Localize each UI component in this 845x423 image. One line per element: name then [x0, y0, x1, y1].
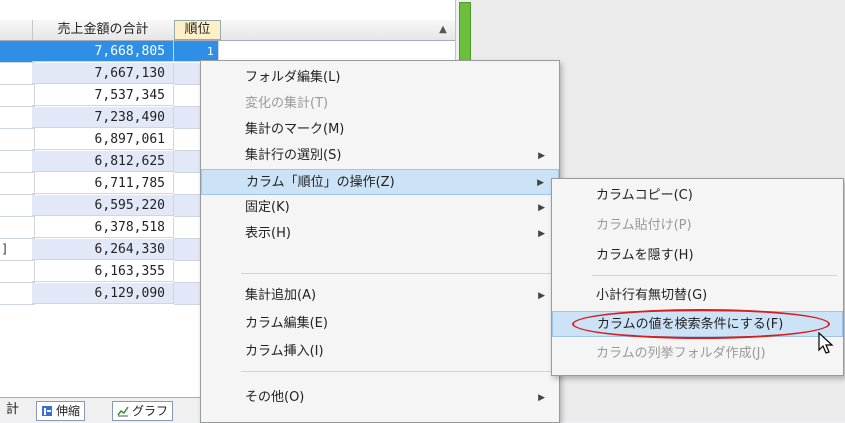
row-label — [0, 283, 35, 305]
menu-item-column-edit[interactable]: カラム編集(E) — [201, 311, 559, 337]
row-label: ] — [0, 239, 35, 261]
submenu-item-column-hide[interactable]: カラムを隠す(H) — [552, 243, 843, 269]
sales-value-cell[interactable]: 6,264,330 — [32, 239, 174, 260]
sales-value-cell[interactable]: 6,812,625 — [32, 151, 174, 172]
scroll-up-arrow-icon[interactable]: ▲ — [435, 22, 451, 38]
sales-value-cell[interactable]: 6,711,785 — [32, 173, 174, 194]
menu-item-change-aggregate[interactable]: 変化の集計(T) — [201, 91, 559, 117]
submenu-item-enum-folder-create[interactable]: カラムの列挙フォルダ作成(J) — [552, 341, 843, 367]
submenu-arrow-icon: ▶ — [538, 151, 545, 161]
menu-item-label: カラム「順位」の操作(Z) — [246, 175, 395, 190]
tab-graph-label: グラフ — [132, 404, 169, 418]
menu-separator — [241, 371, 553, 372]
menu-item-aggregate-mark[interactable]: 集計のマーク(M) — [201, 117, 559, 143]
menu-separator — [592, 275, 837, 276]
tab-stretch[interactable]: 伸縮 — [36, 401, 86, 421]
row-label — [0, 151, 35, 173]
row-label — [0, 261, 35, 283]
menu-item-label: 表示(H) — [245, 226, 291, 241]
submenu-arrow-icon: ▶ — [538, 291, 545, 301]
annotation-ellipse — [572, 309, 830, 339]
menu-item-column-rank-ops[interactable]: カラム「順位」の操作(Z) ▶ — [201, 169, 559, 195]
menu-item-label: 集計行の選別(S) — [245, 148, 342, 163]
menu-item-fix[interactable]: 固定(K) ▶ — [201, 195, 559, 221]
tab-graph[interactable]: グラフ — [112, 401, 174, 421]
menu-item-aggregate-row-select[interactable]: 集計行の選別(S) ▶ — [201, 143, 559, 169]
sales-value-cell[interactable]: 7,238,490 — [32, 107, 174, 128]
row-label — [0, 173, 35, 195]
menu-item-label: 集計追加(A) — [245, 288, 317, 303]
header-cell-empty — [219, 20, 455, 40]
sales-value-cell[interactable]: 7,668,805 — [32, 41, 174, 62]
stretch-icon — [42, 406, 52, 416]
grid-header-row: 売上金額の合計 順位 ▲ — [0, 20, 455, 41]
tab-lead-text: 計 — [6, 402, 20, 417]
submenu-arrow-icon: ▶ — [537, 178, 544, 188]
menu-item-folder-edit[interactable]: フォルダ編集(L) — [201, 65, 559, 91]
menu-item-add-aggregate[interactable]: 集計追加(A) ▶ — [201, 283, 559, 309]
row-label — [0, 41, 35, 63]
tab-stretch-label: 伸縮 — [56, 404, 81, 418]
sales-value-cell[interactable]: 7,667,130 — [32, 63, 174, 84]
row-label — [0, 107, 35, 129]
sales-value-cell[interactable]: 6,897,061 — [32, 129, 174, 150]
context-menu: フォルダ編集(L) 変化の集計(T) 集計のマーク(M) 集計行の選別(S) ▶ … — [200, 60, 560, 423]
submenu-item-column-paste[interactable]: カラム貼付け(P) — [552, 213, 843, 239]
header-cell-blank — [0, 20, 33, 40]
menu-item-label: その他(O) — [245, 390, 305, 405]
sales-value-cell[interactable]: 7,537,345 — [32, 85, 174, 106]
submenu-arrow-icon: ▶ — [538, 203, 545, 213]
mouse-cursor-icon — [818, 331, 834, 354]
menu-item-other[interactable]: その他(O) ▶ — [201, 385, 559, 411]
submenu-item-subtotal-toggle[interactable]: 小計行有無切替(G) — [552, 283, 843, 309]
menu-item-label: 固定(K) — [245, 200, 290, 215]
submenu-item-column-copy[interactable]: カラムコピー(C) — [552, 183, 843, 209]
menu-item-display[interactable]: 表示(H) ▶ — [201, 221, 559, 247]
rank-cell[interactable]: 1 — [174, 41, 219, 62]
header-sales-total[interactable]: 売上金額の合計 — [32, 20, 175, 40]
sales-value-cell[interactable]: 6,595,220 — [32, 195, 174, 216]
column-submenu: カラムコピー(C) カラム貼付け(P) カラムを隠す(H) 小計行有無切替(G)… — [551, 178, 844, 376]
row-label — [0, 195, 35, 217]
menu-item-column-insert[interactable]: カラム挿入(I) — [201, 339, 559, 365]
chart-icon — [117, 406, 129, 417]
row-label — [0, 63, 35, 85]
row-label — [0, 129, 35, 151]
sales-value-cell[interactable]: 6,129,090 — [32, 283, 174, 304]
submenu-arrow-icon: ▶ — [538, 393, 545, 403]
menu-separator — [241, 273, 553, 274]
row-label — [0, 85, 35, 107]
header-rank[interactable]: 順位 — [174, 20, 221, 40]
sales-value-cell[interactable]: 6,163,355 — [32, 261, 174, 282]
row-label — [0, 217, 35, 239]
sales-value-cell[interactable]: 6,378,518 — [32, 217, 174, 238]
submenu-arrow-icon: ▶ — [538, 229, 545, 239]
